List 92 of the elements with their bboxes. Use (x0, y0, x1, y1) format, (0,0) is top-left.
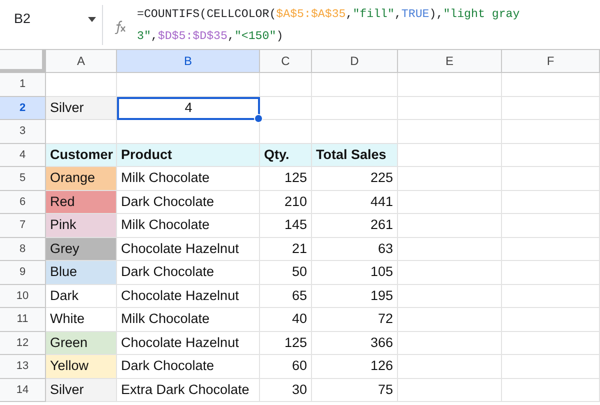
table-cell[interactable]: 60 (260, 355, 312, 378)
empty-cell[interactable] (502, 378, 600, 402)
column-heading-cell[interactable]: Total Sales (312, 144, 398, 167)
column-heading-cell[interactable]: Product (117, 144, 260, 167)
empty-cell[interactable] (502, 120, 600, 144)
row-header[interactable]: 11 (0, 308, 46, 332)
column-header[interactable]: F (502, 50, 600, 73)
empty-cell[interactable] (502, 167, 600, 190)
row-header[interactable]: 5 (0, 167, 46, 190)
table-cell[interactable]: 126 (312, 355, 398, 378)
row-header[interactable]: 7 (0, 214, 46, 238)
table-cell[interactable]: 366 (312, 332, 398, 355)
function-icon (113, 20, 127, 34)
table-cell[interactable]: Chocolate Hazelnut (117, 284, 260, 308)
table-cell[interactable]: Orange (46, 167, 117, 190)
empty-cell[interactable] (502, 96, 600, 120)
select-all-corner[interactable] (0, 50, 46, 73)
table-cell[interactable]: Milk Chocolate (117, 214, 260, 238)
column-heading-cell[interactable]: Customer (46, 144, 117, 167)
empty-cell[interactable] (398, 96, 502, 120)
table-cell[interactable]: Yellow (46, 355, 117, 378)
table-cell[interactable]: White (46, 308, 117, 332)
empty-cell[interactable] (502, 261, 600, 284)
empty-cell[interactable] (502, 238, 600, 261)
row-header[interactable]: 12 (0, 332, 46, 355)
empty-cell[interactable] (312, 73, 398, 96)
empty-cell[interactable] (502, 190, 600, 214)
table-cell[interactable]: 40 (260, 308, 312, 332)
row-header[interactable]: 10 (0, 284, 46, 308)
table-cell[interactable]: 210 (260, 190, 312, 214)
row-header[interactable]: 8 (0, 238, 46, 261)
table-cell[interactable]: 65 (260, 284, 312, 308)
empty-cell[interactable] (502, 355, 600, 378)
row-header[interactable]: 13 (0, 355, 46, 378)
empty-cell[interactable] (502, 332, 600, 355)
table-cell[interactable]: 30 (260, 378, 312, 402)
table-cell[interactable]: Silver (46, 96, 117, 120)
table-cell[interactable]: Chocolate Hazelnut (117, 332, 260, 355)
table-cell[interactable]: Milk Chocolate (117, 308, 260, 332)
table-cell[interactable]: Red (46, 190, 117, 214)
table-cell[interactable]: Dark Chocolate (117, 355, 260, 378)
empty-cell[interactable] (398, 73, 502, 96)
empty-cell[interactable] (502, 214, 600, 238)
table-cell[interactable]: 75 (312, 378, 398, 402)
table-cell[interactable]: Grey (46, 238, 117, 261)
fill-handle-icon[interactable] (254, 114, 263, 123)
column-heading-cell[interactable]: Qty. (260, 144, 312, 167)
table-cell[interactable]: 105 (312, 261, 398, 284)
table-cell[interactable]: 225 (312, 167, 398, 190)
empty-cell[interactable] (502, 73, 600, 96)
row-header[interactable]: 4 (0, 144, 46, 167)
row-header[interactable]: 1 (0, 73, 46, 96)
row-header[interactable]: 9 (0, 261, 46, 284)
row-header[interactable]: 3 (0, 120, 46, 144)
table-cell[interactable]: Dark Chocolate (117, 190, 260, 214)
table-cell[interactable]: Dark Chocolate (117, 261, 260, 284)
table-cell[interactable]: Dark (46, 284, 117, 308)
row-header[interactable]: 2 (0, 96, 46, 120)
column-header[interactable]: B (117, 50, 260, 73)
table-cell[interactable]: 21 (260, 238, 312, 261)
table-cell[interactable]: 441 (312, 190, 398, 214)
empty-cell[interactable] (260, 73, 312, 96)
name-box[interactable]: B2 (0, 4, 100, 34)
table-cell[interactable]: Pink (46, 214, 117, 238)
row-header[interactable]: 14 (0, 378, 46, 402)
table-cell[interactable]: 63 (312, 238, 398, 261)
table-cell[interactable]: 145 (260, 214, 312, 238)
table-cell[interactable]: Milk Chocolate (117, 167, 260, 190)
row-header[interactable]: 6 (0, 190, 46, 214)
table-cell[interactable]: 4 (117, 96, 260, 120)
formula-text[interactable]: =COUNTIFS(CELLCOLOR($A$5:$A$35,"fill",TRUE),"light gray 3",$D$5:$D$35,"<150") (137, 4, 555, 48)
table-cell[interactable]: 50 (260, 261, 312, 284)
table-cell[interactable]: 261 (312, 214, 398, 238)
empty-cell[interactable] (502, 308, 600, 332)
table-cell[interactable]: 195 (312, 284, 398, 308)
empty-cell[interactable] (502, 284, 600, 308)
table-cell[interactable]: Chocolate Hazelnut (117, 238, 260, 261)
table-cell[interactable]: 72 (312, 308, 398, 332)
column-header[interactable]: C (260, 50, 312, 73)
table-cell[interactable]: Blue (46, 261, 117, 284)
column-header[interactable]: A (46, 50, 117, 73)
empty-cell[interactable] (312, 96, 398, 120)
table-cell[interactable]: 125 (260, 332, 312, 355)
table-cell[interactable]: Green (46, 332, 117, 355)
column-header[interactable]: D (312, 50, 398, 73)
empty-cell[interactable] (502, 144, 600, 167)
table-cell[interactable]: 125 (260, 167, 312, 190)
caret-icon (88, 16, 96, 22)
table-cell[interactable]: Silver (46, 378, 117, 402)
column-header[interactable]: E (398, 50, 502, 73)
empty-cell[interactable] (398, 120, 502, 144)
table-cell[interactable]: Extra Dark Chocolate (117, 378, 260, 402)
